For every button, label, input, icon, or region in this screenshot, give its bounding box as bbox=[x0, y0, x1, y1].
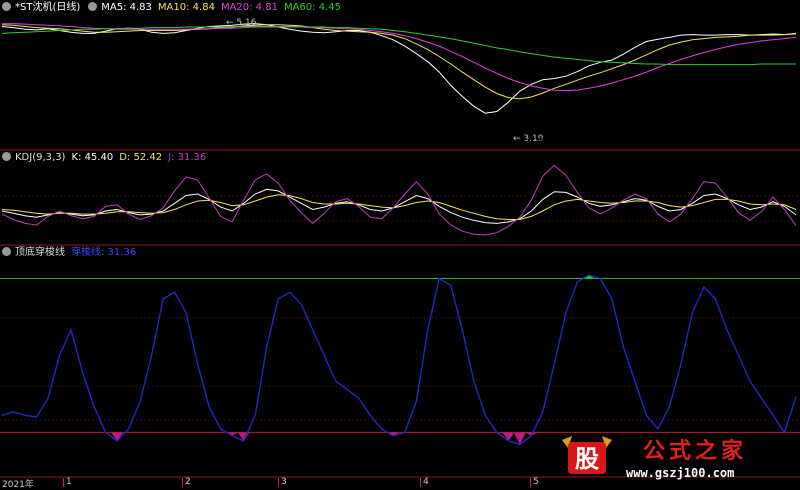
indicator-panel-header: 顶底穿梭线 穿梭线: 31.36 bbox=[0, 246, 142, 259]
shuttle-line bbox=[1, 274, 797, 446]
stock-name: *ST沈机(日线) bbox=[15, 2, 81, 13]
x-tick bbox=[278, 478, 279, 487]
event-marker-fall[interactable]: 跌 bbox=[491, 138, 500, 149]
event-marker-rise[interactable]: 涨 bbox=[634, 138, 643, 149]
panel-menu-icon[interactable] bbox=[2, 152, 11, 161]
indicator-name: 顶底穿梭线 bbox=[15, 247, 65, 258]
kdj-j-value: J: 31.36 bbox=[168, 152, 207, 163]
ma10-value: MA10: 4.84 bbox=[157, 2, 215, 13]
kdj-d-value: D: 52.42 bbox=[119, 152, 163, 163]
event-marker-finance[interactable]: 财 bbox=[522, 138, 531, 149]
x-tick bbox=[420, 478, 421, 487]
price-high-label: ← 5.16 bbox=[226, 18, 257, 28]
event-marker-equals[interactable]: ≈ bbox=[473, 138, 481, 149]
x-axis-label: 3 bbox=[281, 477, 287, 487]
x-tick bbox=[530, 478, 531, 487]
bottom-signal-fill bbox=[111, 432, 538, 445]
x-axis-label: 1 bbox=[66, 477, 72, 487]
ma60-value: MA60: 4.45 bbox=[283, 2, 341, 13]
x-axis-label: 2021年 bbox=[2, 480, 34, 490]
kdj-name: KDJ(9,3,3) bbox=[15, 152, 66, 163]
ma5-value: MA5: 4.83 bbox=[101, 2, 152, 13]
x-tick bbox=[182, 478, 183, 487]
panel-menu-icon[interactable] bbox=[88, 2, 98, 11]
x-axis-label: 4 bbox=[423, 477, 429, 487]
x-axis-label: 2 bbox=[185, 477, 191, 487]
kdj-d-line bbox=[1, 194, 797, 220]
kdj-k-value: K: 45.40 bbox=[71, 152, 114, 163]
panel-menu-icon[interactable] bbox=[2, 2, 11, 11]
watermark-url: www.gszj100.com bbox=[626, 466, 735, 480]
stock-chart bbox=[0, 23, 800, 478]
kdj-panel-header: KDJ(9,3,3) K: 45.40 D: 52.42 J: 31.36 bbox=[0, 151, 212, 164]
watermark-title: 公式之家 bbox=[643, 438, 748, 464]
price-panel-header: *ST沈机(日线) MA5: 4.83 MA10: 4.84 MA20: 4.81 MA… bbox=[0, 1, 347, 14]
x-tick bbox=[63, 478, 64, 487]
watermark-logo-icon: 股 bbox=[562, 436, 612, 474]
price-high-value: 5.16 bbox=[236, 18, 257, 28]
panel-menu-icon[interactable] bbox=[2, 247, 11, 256]
shuttle-value: 穿梭线: 31.36 bbox=[71, 247, 137, 258]
price-ma20-line bbox=[2, 23, 797, 92]
ma20-value: MA20: 4.81 bbox=[220, 2, 278, 13]
event-marker-model[interactable]: 模 bbox=[536, 138, 545, 149]
kdj-j-line bbox=[1, 164, 797, 236]
price-ma60-line bbox=[1, 26, 796, 66]
x-axis-label: 5 bbox=[533, 477, 539, 487]
watermark-logo-text: 股 bbox=[575, 445, 599, 473]
